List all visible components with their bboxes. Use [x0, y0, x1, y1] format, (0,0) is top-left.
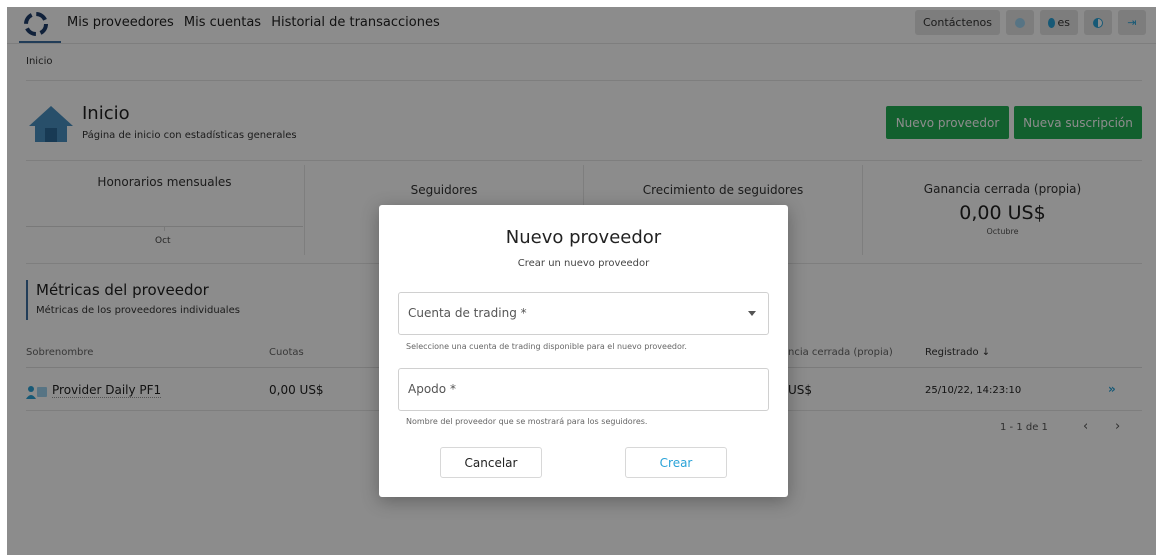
alias-hint: Nombre del proveedor que se mostrará par…: [406, 417, 648, 426]
app: Mis proveedores Mis cuentas Historial de…: [7, 7, 1156, 555]
dialog-subtitle: Crear un nuevo proveedor: [517, 258, 650, 269]
trading-account-hint: Seleccione una cuenta de trading disponi…: [406, 342, 687, 351]
alias-field[interactable]: Apodo *: [398, 368, 769, 411]
dialog-title: Nuevo proveedor: [505, 227, 662, 248]
cancel-button[interactable]: Cancelar: [440, 447, 542, 478]
chevron-down-icon: [748, 311, 756, 316]
new-provider-dialog: Nuevo proveedor Crear un nuevo proveedor…: [379, 205, 788, 497]
trading-account-label: Cuenta de trading *: [408, 306, 527, 320]
create-button[interactable]: Crear: [625, 447, 727, 478]
alias-label: Apodo *: [408, 382, 456, 396]
trading-account-select[interactable]: Cuenta de trading *: [398, 292, 769, 335]
